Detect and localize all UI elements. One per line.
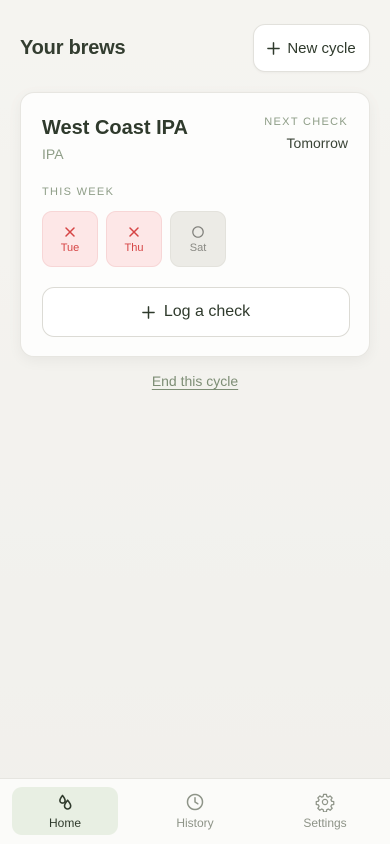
- tab-settings[interactable]: Settings: [272, 787, 378, 835]
- circle-icon: [192, 225, 204, 238]
- log-check-label: Log a check: [163, 303, 251, 320]
- day-label: Tue: [60, 241, 80, 254]
- log-check-button[interactable]: Log a check: [42, 287, 350, 337]
- day-sat[interactable]: Sat: [170, 211, 226, 267]
- plus-icon: [267, 41, 281, 55]
- next-check-label: NEXT CHECK: [264, 116, 348, 128]
- day-tue[interactable]: Tue: [42, 211, 98, 267]
- week-days: Tue Thu Sat: [42, 211, 226, 267]
- next-check-value: Tomorrow: [286, 135, 348, 151]
- drops-icon: [59, 794, 72, 810]
- plus-icon: [142, 305, 155, 319]
- new-cycle-button[interactable]: New cycle: [253, 24, 370, 72]
- tab-home-label: Home: [48, 816, 81, 830]
- week-label: THIS WEEK: [42, 186, 115, 198]
- page-title: Your brews: [20, 36, 126, 59]
- tab-home[interactable]: Home: [12, 787, 118, 835]
- day-thu[interactable]: Thu: [106, 211, 162, 267]
- new-cycle-label: New cycle: [287, 39, 356, 57]
- gear-icon: [315, 793, 335, 812]
- x-icon: [129, 226, 139, 237]
- day-label: Thu: [124, 241, 144, 254]
- brew-card: West Coast IPA IPA NEXT CHECK Tomorrow T…: [20, 92, 370, 357]
- tab-bar: Home History Settings: [0, 778, 390, 844]
- x-icon: [65, 226, 75, 237]
- end-cycle-link[interactable]: End this cycle: [0, 373, 390, 389]
- tab-history-label: History: [176, 816, 214, 830]
- day-label: Sat: [189, 241, 207, 254]
- clock-icon: [186, 793, 204, 811]
- brew-name: West Coast IPA: [42, 117, 188, 139]
- tab-settings-label: Settings: [303, 816, 347, 830]
- tab-history[interactable]: History: [142, 787, 248, 835]
- header: Your brews New cycle: [20, 24, 370, 72]
- brew-style: IPA: [42, 146, 64, 162]
